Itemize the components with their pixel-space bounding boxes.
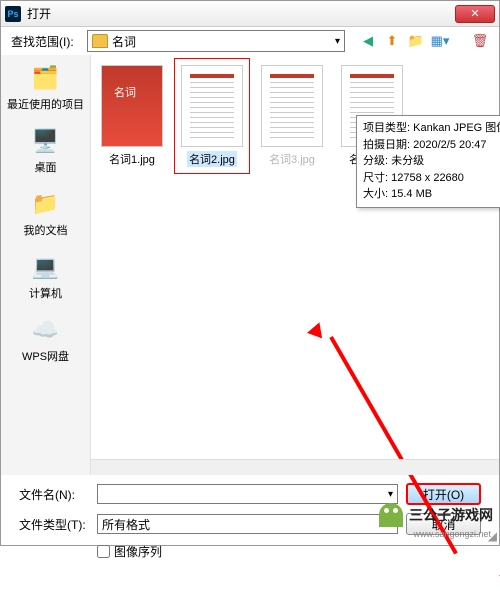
desktop-icon: 🖥️ (29, 126, 63, 156)
close-button[interactable]: ✕ (455, 5, 495, 23)
file-thumb[interactable]: 名词3.jpg (261, 65, 323, 167)
annotation-arrow (101, 167, 291, 447)
lookin-bar: 查找范围(I): 名词 ▾ ◀ ⬆ 📁 ▦▾ 🗑 (1, 27, 499, 55)
watermark-url: www.sangongzi.net (413, 529, 491, 539)
thumb-image (181, 65, 243, 147)
place-wps[interactable]: ☁️ WPS网盘 (22, 315, 69, 364)
file-thumb-selected[interactable]: 名词2.jpg (181, 65, 243, 167)
dialog-title: 打开 (27, 5, 455, 22)
place-recent[interactable]: 🗂️ 最近使用的项目 (7, 63, 84, 112)
watermark: 三公子游戏网 (379, 503, 493, 527)
delete-icon[interactable]: 🗑 (471, 32, 489, 50)
new-folder-icon[interactable]: 📁 (407, 32, 425, 50)
nav-icons: ◀ ⬆ 📁 ▦▾ 🗑 (359, 32, 489, 50)
lookin-label: 查找范围(I): (11, 33, 81, 50)
views-icon[interactable]: ▦▾ (431, 32, 449, 50)
place-desktop[interactable]: 🖥️ 桌面 (29, 126, 63, 175)
places-bar: 🗂️ 最近使用的项目 🖥️ 桌面 📁 我的文档 💻 计算机 ☁️ WPS网盘 (1, 55, 91, 475)
open-button[interactable]: 打开(O) (406, 483, 481, 505)
back-icon[interactable]: ◀ (359, 32, 377, 50)
chevron-down-icon: ▾ (388, 489, 393, 500)
lookin-combo[interactable]: 名词 ▾ (87, 30, 345, 52)
documents-icon: 📁 (29, 189, 63, 219)
folder-icon (92, 34, 108, 48)
watermark-icon (379, 503, 403, 527)
titlebar: Ps 打开 ✕ (1, 1, 499, 27)
filetype-combo[interactable]: 所有格式 ▾ (97, 514, 398, 534)
recent-icon: 🗂️ (29, 63, 63, 93)
body: 🗂️ 最近使用的项目 🖥️ 桌面 📁 我的文档 💻 计算机 ☁️ WPS网盘 (1, 55, 499, 475)
filename-label: 文件名(N): (19, 486, 89, 503)
file-thumb[interactable]: 名词1.jpg (101, 65, 163, 167)
cloud-icon: ☁️ (29, 315, 63, 345)
open-dialog: Ps 打开 ✕ 查找范围(I): 名词 ▾ ◀ ⬆ 📁 ▦▾ 🗑 🗂️ 最近使用… (0, 0, 500, 546)
checkbox-input[interactable] (97, 545, 110, 558)
chevron-down-icon: ▾ (335, 36, 340, 47)
up-icon[interactable]: ⬆ (383, 32, 401, 50)
photoshop-icon: Ps (5, 6, 21, 22)
place-computer[interactable]: 💻 计算机 (29, 252, 63, 301)
file-area[interactable]: 名词1.jpg 名词2.jpg 名词3.jpg 名词4.jpg 项目类型: Ka… (91, 55, 499, 475)
computer-icon: 💻 (29, 252, 63, 282)
place-documents[interactable]: 📁 我的文档 (24, 189, 68, 238)
filetype-label: 文件类型(T): (19, 516, 89, 533)
scrollbar-h[interactable] (91, 459, 499, 475)
file-tooltip: 项目类型: Kankan JPEG 图像 拍摄日期: 2020/2/5 20:4… (356, 115, 500, 208)
watermark-text: 三公子游戏网 (409, 505, 493, 525)
filename-combo[interactable]: ▾ (97, 484, 398, 504)
thumb-image (101, 65, 163, 147)
thumb-image (261, 65, 323, 147)
lookin-value: 名词 (112, 33, 136, 50)
